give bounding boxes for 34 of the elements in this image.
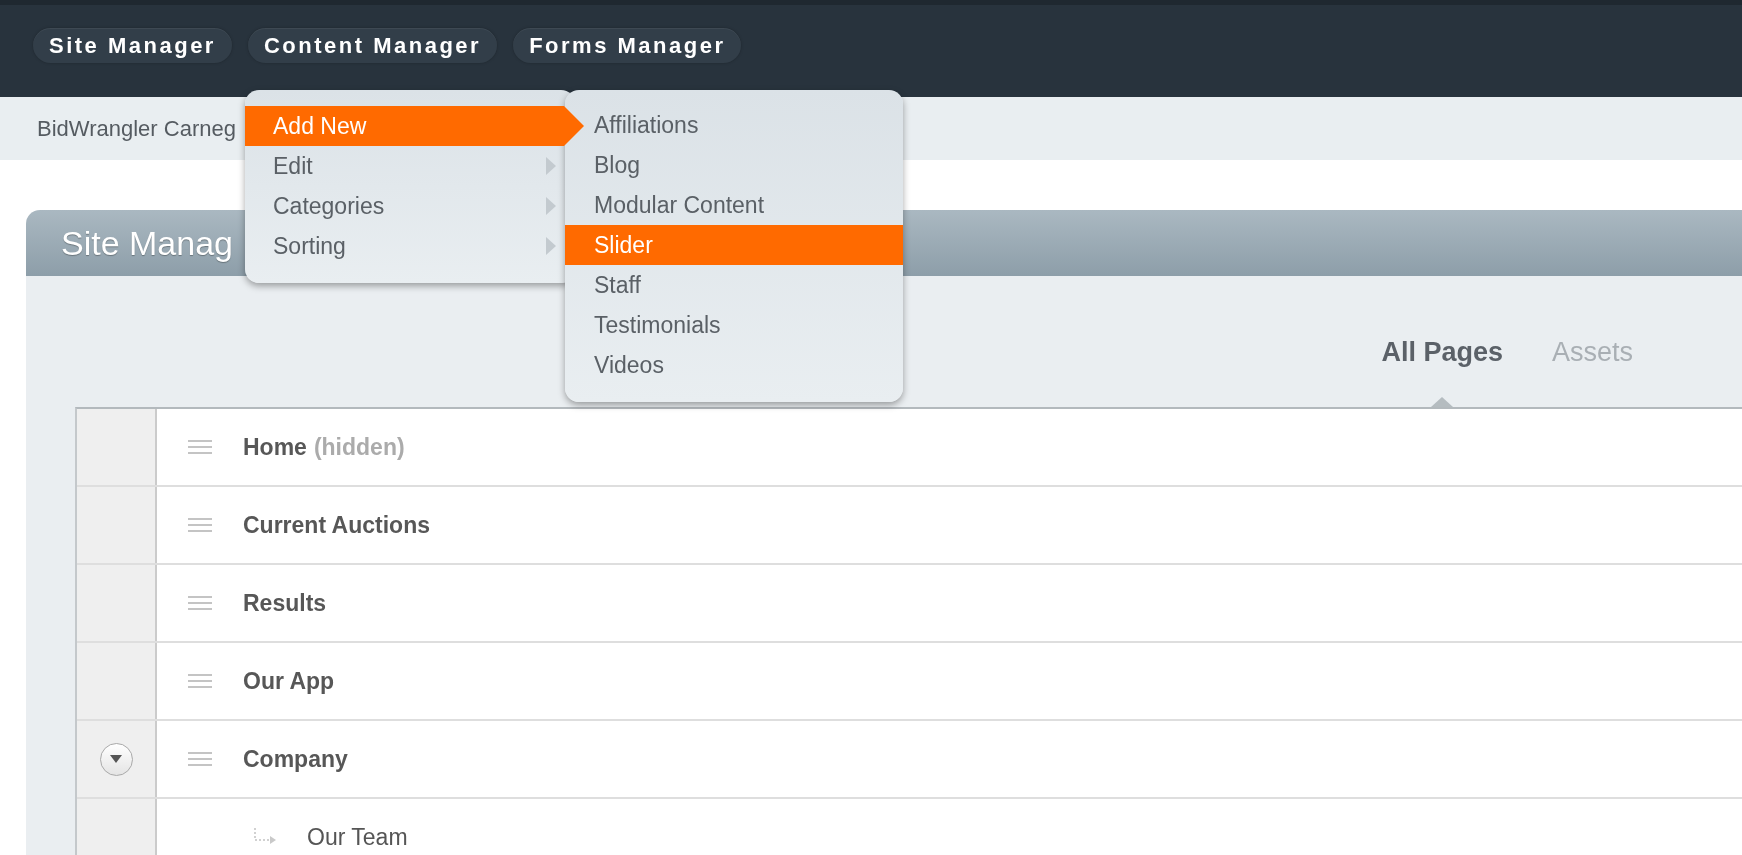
page-name[interactable]: Current Auctions bbox=[243, 511, 430, 539]
page-status: (hidden) bbox=[313, 433, 405, 461]
nav-button[interactable]: Content Manager bbox=[247, 28, 498, 63]
drag-handle-icon[interactable] bbox=[188, 440, 212, 454]
nav-button[interactable]: Forms Manager bbox=[513, 28, 742, 63]
menu-item[interactable]: Add New bbox=[245, 106, 584, 146]
drag-handle-icon[interactable] bbox=[188, 518, 212, 532]
page-name[interactable]: Our Team bbox=[307, 823, 408, 851]
tab[interactable]: All Pages bbox=[1381, 336, 1503, 368]
page-name[interactable]: Results bbox=[243, 589, 327, 617]
menu-item[interactable]: Categories bbox=[245, 186, 565, 226]
child-arrow-icon bbox=[253, 828, 277, 846]
menu-item[interactable]: Edit bbox=[245, 146, 565, 186]
nav-button[interactable]: Site Manager bbox=[33, 28, 232, 63]
menu-item[interactable]: Sorting bbox=[245, 226, 565, 266]
page-name[interactable]: Our App bbox=[243, 667, 335, 695]
caret-right-icon bbox=[546, 237, 556, 255]
page-name[interactable]: Company bbox=[243, 745, 348, 773]
caret-right-icon bbox=[546, 197, 556, 215]
submenu-item[interactable]: Blog bbox=[565, 145, 903, 185]
page-name[interactable]: Home bbox=[243, 433, 307, 461]
toggle-button[interactable] bbox=[99, 742, 133, 776]
submenu-item[interactable]: Staff bbox=[565, 265, 903, 305]
submenu-item[interactable]: Videos bbox=[565, 345, 903, 385]
drag-handle-icon[interactable] bbox=[188, 596, 212, 610]
panel-title: Site Manag bbox=[61, 223, 233, 263]
caret-icon bbox=[110, 755, 122, 763]
drag-handle-icon[interactable] bbox=[188, 674, 212, 688]
caret-right-icon bbox=[546, 157, 556, 175]
breadcrumb-text: BidWrangler Carneg bbox=[37, 115, 236, 142]
submenu-item[interactable]: Modular Content bbox=[565, 185, 903, 225]
submenu-item[interactable]: Slider bbox=[565, 225, 903, 265]
submenu-item[interactable]: Testimonials bbox=[565, 305, 903, 345]
drag-handle-icon[interactable] bbox=[188, 752, 212, 766]
